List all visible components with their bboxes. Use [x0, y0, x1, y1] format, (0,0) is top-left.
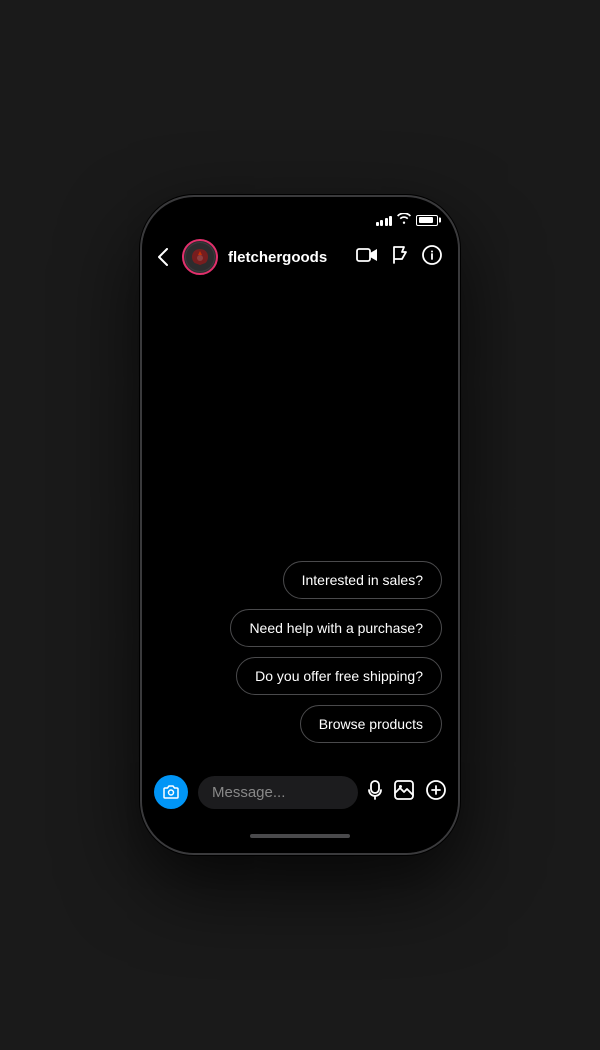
back-button[interactable]: [154, 244, 172, 270]
signal-bar-1: [376, 222, 379, 226]
avatar-image: [185, 242, 215, 272]
battery-fill: [419, 217, 433, 223]
quick-reply-browse[interactable]: Browse products: [300, 705, 442, 743]
video-call-icon[interactable]: [356, 247, 378, 268]
add-icon[interactable]: [426, 780, 446, 805]
avatar-inner: [185, 242, 215, 272]
volume-down-button: [140, 373, 141, 401]
quick-reply-shipping[interactable]: Do you offer free shipping?: [236, 657, 442, 695]
quick-reply-purchase[interactable]: Need help with a purchase?: [230, 609, 442, 647]
flag-icon[interactable]: [392, 246, 408, 269]
info-icon[interactable]: [422, 245, 442, 270]
avatar[interactable]: [182, 239, 218, 275]
input-actions: [368, 780, 446, 805]
quick-reply-sales[interactable]: Interested in sales?: [283, 561, 442, 599]
volume-up-button: [140, 337, 141, 365]
camera-button[interactable]: [154, 775, 188, 809]
chat-area: Interested in sales? Need help with a pu…: [142, 285, 458, 767]
signal-icon: [376, 215, 393, 226]
notch: [255, 197, 345, 219]
status-icons: [376, 213, 439, 227]
message-input-container[interactable]: Message...: [198, 776, 358, 809]
battery-icon: [416, 215, 438, 226]
chat-header: fletchergoods: [142, 233, 458, 285]
status-bar: [142, 197, 458, 233]
message-input-bar: Message...: [142, 767, 458, 825]
phone-screen: fletchergoods: [142, 197, 458, 853]
gallery-icon[interactable]: [394, 780, 414, 805]
mute-switch: [140, 305, 141, 327]
home-indicator: [142, 825, 458, 853]
phone-frame: fletchergoods: [140, 195, 460, 855]
username-label[interactable]: fletchergoods: [228, 249, 346, 266]
microphone-icon[interactable]: [368, 780, 382, 805]
message-placeholder: Message...: [212, 784, 344, 801]
signal-bar-4: [389, 216, 392, 226]
signal-bar-3: [385, 218, 388, 226]
home-bar: [250, 834, 350, 838]
signal-bar-2: [380, 220, 383, 226]
quick-replies-container: Interested in sales? Need help with a pu…: [158, 561, 442, 751]
wifi-icon: [397, 213, 411, 227]
header-actions: [356, 245, 442, 270]
